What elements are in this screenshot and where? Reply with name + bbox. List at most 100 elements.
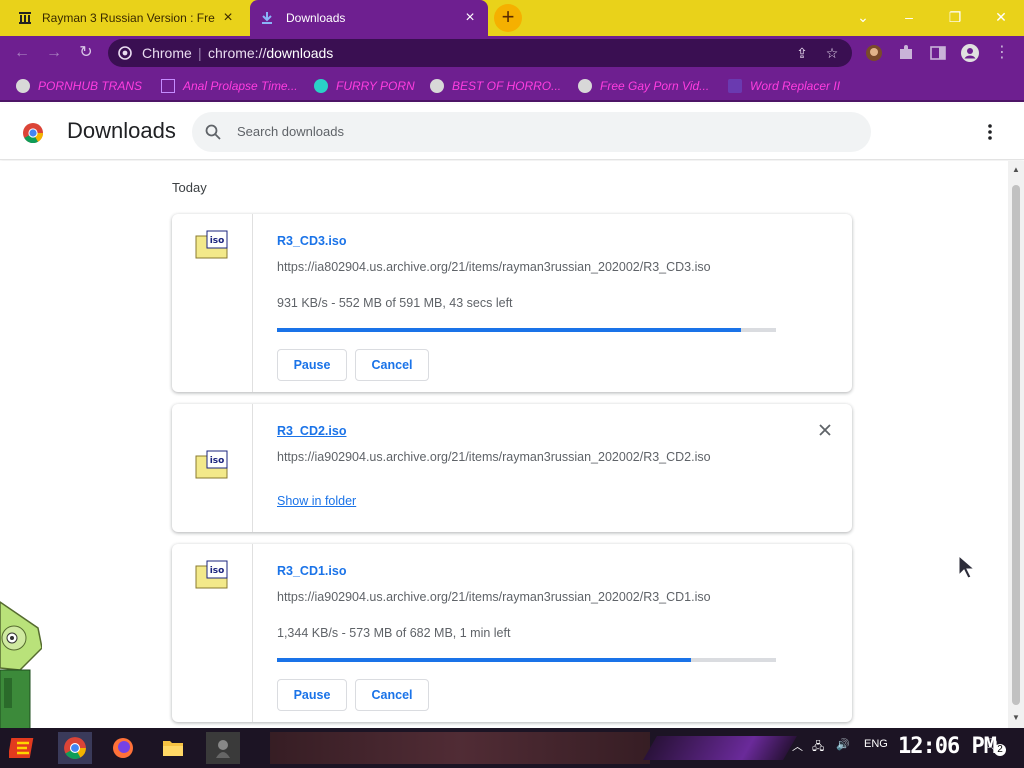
chrome-site-icon xyxy=(118,46,132,60)
show-in-folder-link[interactable]: Show in folder xyxy=(277,494,356,508)
language-indicator[interactable]: ENG xyxy=(864,738,888,750)
iso-file-icon: iso xyxy=(195,450,228,479)
archive-org-icon xyxy=(18,11,32,25)
taskbar-wallpaper xyxy=(270,732,650,764)
tray-chevron-icon[interactable]: ︿ xyxy=(792,738,803,754)
tab-title: Downloads xyxy=(286,11,346,25)
minimize-icon[interactable]: – xyxy=(896,6,922,28)
download-icon xyxy=(260,11,274,25)
bookmark-favicon-icon xyxy=(314,79,328,93)
file-name-link[interactable]: R3_CD2.iso xyxy=(277,424,346,438)
taskbar-chrome[interactable] xyxy=(58,732,92,764)
side-panel-icon[interactable] xyxy=(928,43,948,63)
puzzle-icon[interactable] xyxy=(896,43,916,63)
svg-text:iso: iso xyxy=(210,566,225,576)
close-icon[interactable]: × xyxy=(462,10,478,26)
address-bar[interactable]: Chrome | chrome://downloads ⇪ ☆ xyxy=(108,39,852,67)
notification-count: 2 xyxy=(994,744,1006,756)
progress-bar xyxy=(277,658,776,662)
star-icon[interactable]: ☆ xyxy=(824,45,840,61)
scroll-down-icon[interactable]: ▼ xyxy=(1011,713,1021,723)
file-icon-column: iso xyxy=(172,544,253,722)
close-icon[interactable]: × xyxy=(220,10,236,26)
scrollbar[interactable]: ▲ ▼ xyxy=(1008,161,1024,728)
page-title: Downloads xyxy=(67,118,176,143)
bookmark-label: PORNHUB TRANS xyxy=(38,79,143,93)
close-icon[interactable] xyxy=(817,422,833,438)
bookmark-item[interactable]: Word Replacer II xyxy=(728,78,840,94)
profile-icon[interactable] xyxy=(960,43,980,63)
bookmark-item[interactable]: Free Gay Porn Vid... xyxy=(578,78,709,94)
progress-fill xyxy=(277,328,742,332)
chrome-logo-icon xyxy=(23,123,44,144)
scroll-thumb[interactable] xyxy=(1012,185,1020,705)
toolbar: ← → ↻ Chrome | chrome://downloads ⇪ ☆ ⋮ xyxy=(0,36,1024,70)
forward-icon[interactable]: → xyxy=(44,43,64,63)
download-item: iso R3_CD3.iso https://ia802904.us.archi… xyxy=(172,214,852,392)
more-options-icon[interactable] xyxy=(980,122,1000,142)
tab-downloads[interactable]: Downloads × xyxy=(250,0,488,36)
chrome-menu-icon[interactable]: ⋮ xyxy=(992,43,1012,63)
iso-file-icon: iso xyxy=(195,230,228,259)
folder-icon xyxy=(163,741,183,756)
file-name-link[interactable]: R3_CD3.iso xyxy=(277,234,346,248)
scroll-up-icon[interactable]: ▲ xyxy=(1011,165,1021,175)
restore-icon[interactable]: ❐ xyxy=(942,6,968,28)
new-tab-button[interactable]: + xyxy=(494,4,522,32)
download-item: iso R3_CD1.iso https://ia902904.us.archi… xyxy=(172,544,852,722)
progress-bar xyxy=(277,328,776,332)
download-item: iso R3_CD2.iso https://ia902904.us.archi… xyxy=(172,404,852,532)
search-input[interactable]: Search downloads xyxy=(192,112,871,152)
bookmarks-bar: PORNHUB TRANS Anal Prolapse Time... FURR… xyxy=(0,70,1024,102)
tab-title: Rayman 3 Russian Version : Fre xyxy=(42,11,215,25)
bookmark-item[interactable]: FURRY PORN xyxy=(314,78,415,94)
iso-file-icon: iso xyxy=(195,560,228,589)
network-icon[interactable]: 🖧 xyxy=(812,738,824,757)
file-icon-column: iso xyxy=(172,404,253,532)
bookmark-favicon-icon xyxy=(161,79,175,93)
tab-rayman[interactable]: Rayman 3 Russian Version : Fre × xyxy=(8,0,246,36)
volume-icon[interactable]: 🔊 xyxy=(836,738,850,751)
download-status: 1,344 KB/s - 573 MB of 682 MB, 1 min lef… xyxy=(277,626,511,640)
bookmark-favicon-icon xyxy=(728,79,742,93)
omnibox-separator: | xyxy=(198,45,202,61)
file-url[interactable]: https://ia802904.us.archive.org/21/items… xyxy=(277,260,711,274)
close-window-icon[interactable]: ✕ xyxy=(988,6,1014,28)
cancel-button[interactable]: Cancel xyxy=(355,349,429,381)
taskbar-decoration xyxy=(643,736,797,760)
taskbar: ︿ 🖧 🔊 ENG 12:06 PM 🗨 2 xyxy=(0,728,1024,768)
downloads-header: Downloads Search downloads xyxy=(0,104,1024,160)
avatar-extension-icon[interactable] xyxy=(864,43,884,63)
taskbar-file-explorer[interactable] xyxy=(156,732,190,764)
date-heading: Today xyxy=(172,180,207,195)
back-icon[interactable]: ← xyxy=(12,43,32,63)
bookmark-item[interactable]: BEST OF HORRO... xyxy=(430,78,561,94)
file-url[interactable]: https://ia902904.us.archive.org/21/items… xyxy=(277,590,711,604)
download-status: 931 KB/s - 552 MB of 591 MB, 43 secs lef… xyxy=(277,296,513,310)
bookmark-label: Word Replacer II xyxy=(750,79,841,93)
file-name-link[interactable]: R3_CD1.iso xyxy=(277,564,346,578)
share-icon[interactable]: ⇪ xyxy=(794,45,810,61)
search-placeholder: Search downloads xyxy=(237,124,344,139)
bookmark-label: Anal Prolapse Time... xyxy=(183,79,298,93)
omnibox-site: Chrome xyxy=(142,45,192,61)
globe-icon xyxy=(430,79,444,93)
taskbar-firefox[interactable] xyxy=(106,732,140,764)
chrome-icon xyxy=(64,737,86,759)
tab-strip: Rayman 3 Russian Version : Fre × Downloa… xyxy=(0,0,1024,36)
bookmark-label: BEST OF HORRO... xyxy=(452,79,562,93)
reload-icon[interactable]: ↻ xyxy=(76,43,96,63)
start-icon xyxy=(9,738,34,758)
pause-button[interactable]: Pause xyxy=(277,679,347,711)
cancel-button[interactable]: Cancel xyxy=(355,679,429,711)
downloads-list: Today iso R3_CD3.iso https://ia802904.us… xyxy=(0,161,1008,728)
url-host: downloads xyxy=(266,45,334,61)
file-url[interactable]: https://ia902904.us.archive.org/21/items… xyxy=(277,450,711,464)
tab-search-icon[interactable]: ⌄ xyxy=(850,6,876,28)
mouse-cursor-icon xyxy=(958,555,976,579)
bookmark-item[interactable]: PORNHUB TRANS xyxy=(16,78,142,94)
taskbar-app[interactable] xyxy=(206,732,240,764)
start-button[interactable] xyxy=(6,732,40,764)
pause-button[interactable]: Pause xyxy=(277,349,347,381)
bookmark-item[interactable]: Anal Prolapse Time... xyxy=(161,78,298,94)
